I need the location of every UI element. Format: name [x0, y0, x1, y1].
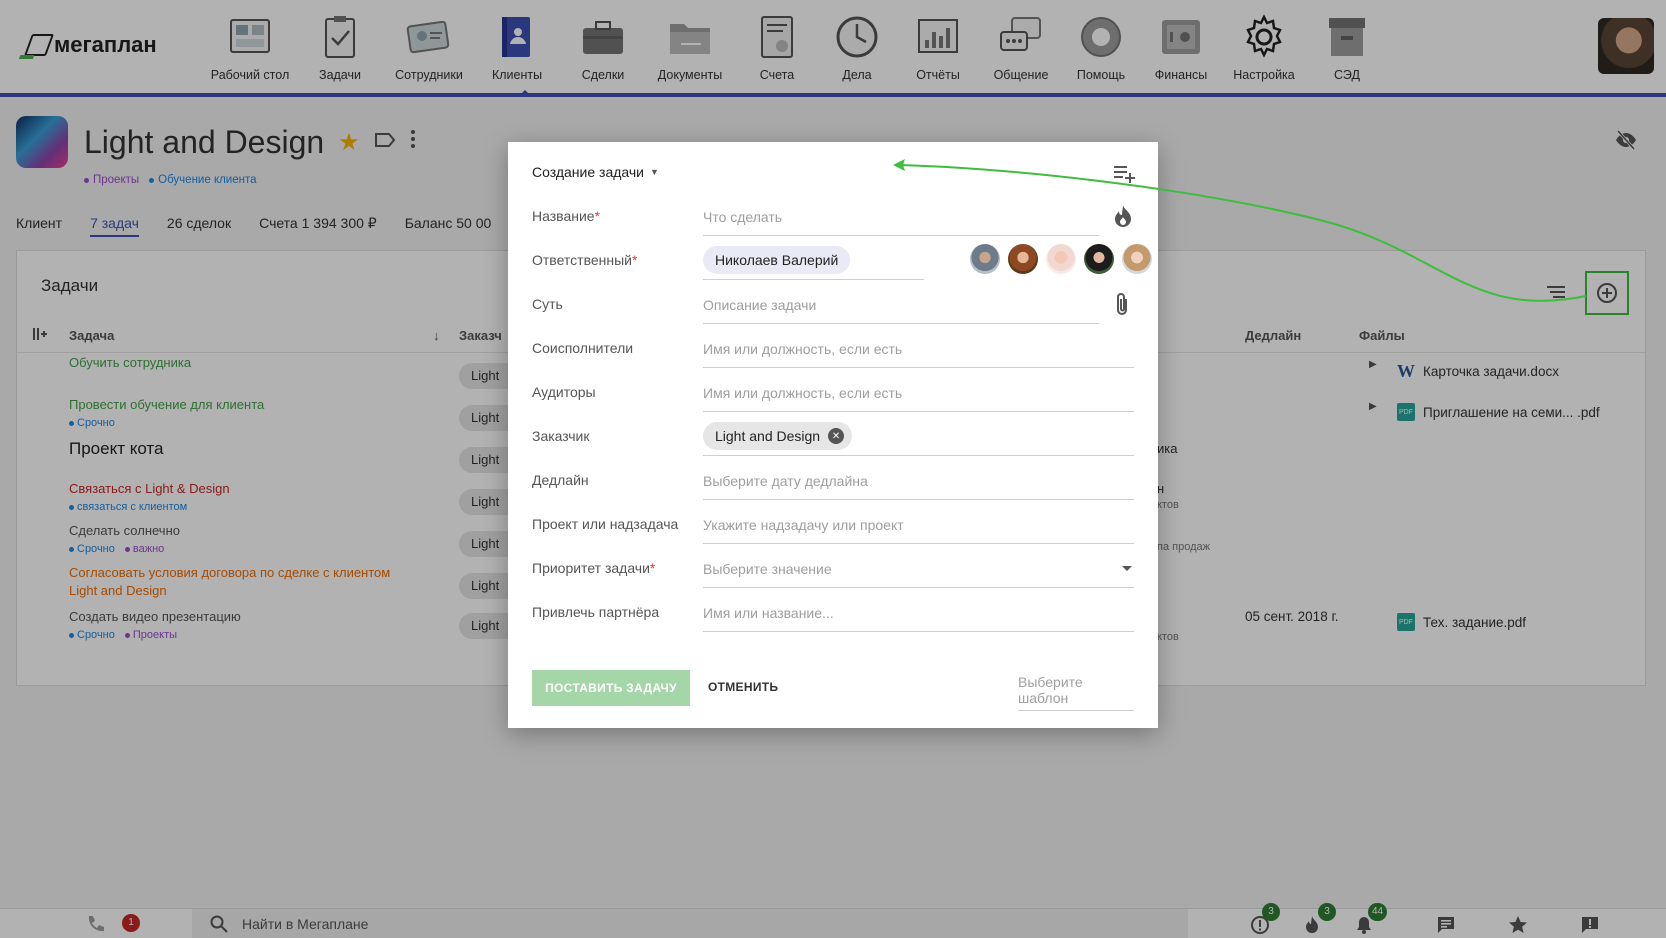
field-priority: Приоритет задачи* Выберите значение — [532, 552, 1134, 588]
flame-icon[interactable] — [1112, 204, 1134, 228]
field-auditors-label: Аудиторы — [532, 384, 596, 400]
field-deadline-label: Дедлайн — [532, 472, 589, 488]
project-input[interactable]: Укажите надзадачу или проект — [703, 508, 1134, 544]
dialog-title: Создание задачи — [532, 164, 644, 180]
field-customer-label: Заказчик — [532, 428, 590, 444]
task-name-input[interactable]: Что сделать — [703, 200, 1099, 236]
employee-avatar[interactable] — [970, 244, 1000, 274]
template-select[interactable]: Выберите шаблон — [1018, 674, 1134, 711]
create-task-dialog: Создание задачи ▼ Название* Что сделать … — [508, 142, 1158, 728]
employee-avatar[interactable] — [1084, 244, 1114, 274]
customer-chip[interactable]: Light and Design ✕ — [703, 422, 853, 450]
responsible-chip[interactable]: Николаев Валерий — [703, 246, 851, 274]
field-responsible: Ответственный* Николаев Валерий — [532, 244, 1152, 280]
field-name-label: Название* — [532, 208, 601, 224]
auditors-input[interactable]: Имя или должность, если есть — [703, 376, 1134, 412]
field-project: Проект или надзадача Укажите надзадачу и… — [532, 508, 1134, 544]
dialog-title-dropdown[interactable]: Создание задачи ▼ — [532, 164, 659, 180]
priority-select[interactable]: Выберите значение — [703, 552, 1134, 588]
employee-avatar[interactable] — [1046, 244, 1076, 274]
field-essence: Суть Описание задачи — [532, 288, 1134, 324]
field-coexecutors-label: Соисполнители — [532, 340, 634, 356]
cancel-button[interactable]: ОТМЕНИТЬ — [708, 680, 778, 694]
field-customer: Заказчик Light and Design ✕ — [532, 420, 1134, 456]
suggested-employees — [970, 244, 1152, 274]
coexecutors-input[interactable]: Имя или должность, если есть — [703, 332, 1134, 368]
field-deadline: Дедлайн Выберите дату дедлайна — [532, 464, 1134, 500]
customer-chip-label: Light and Design — [715, 428, 821, 444]
close-icon[interactable]: ✕ — [828, 428, 845, 444]
field-project-label: Проект или надзадача — [532, 516, 679, 532]
field-responsible-label: Ответственный* — [532, 252, 638, 268]
deadline-input[interactable]: Выберите дату дедлайна — [703, 464, 1134, 500]
playlist-add-icon[interactable] — [1114, 164, 1136, 184]
field-coexecutors: Соисполнители Имя или должность, если ес… — [532, 332, 1134, 368]
paperclip-icon[interactable] — [1112, 292, 1132, 318]
field-priority-label: Приоритет задачи* — [532, 560, 656, 576]
field-partner: Привлечь партнёра Имя или название... — [532, 596, 1134, 632]
field-name: Название* Что сделать — [532, 200, 1134, 236]
caret-down-icon: ▼ — [650, 167, 659, 177]
field-auditors: Аудиторы Имя или должность, если есть — [532, 376, 1134, 412]
caret-down-icon — [1122, 566, 1132, 571]
submit-task-button[interactable]: ПОСТАВИТЬ ЗАДАЧУ — [532, 670, 690, 706]
task-description-input[interactable]: Описание задачи — [703, 288, 1099, 324]
employee-avatar[interactable] — [1122, 244, 1152, 274]
field-partner-label: Привлечь партнёра — [532, 604, 660, 620]
employee-avatar[interactable] — [1008, 244, 1038, 274]
partner-input[interactable]: Имя или название... — [703, 596, 1134, 632]
field-essence-label: Суть — [532, 296, 563, 312]
